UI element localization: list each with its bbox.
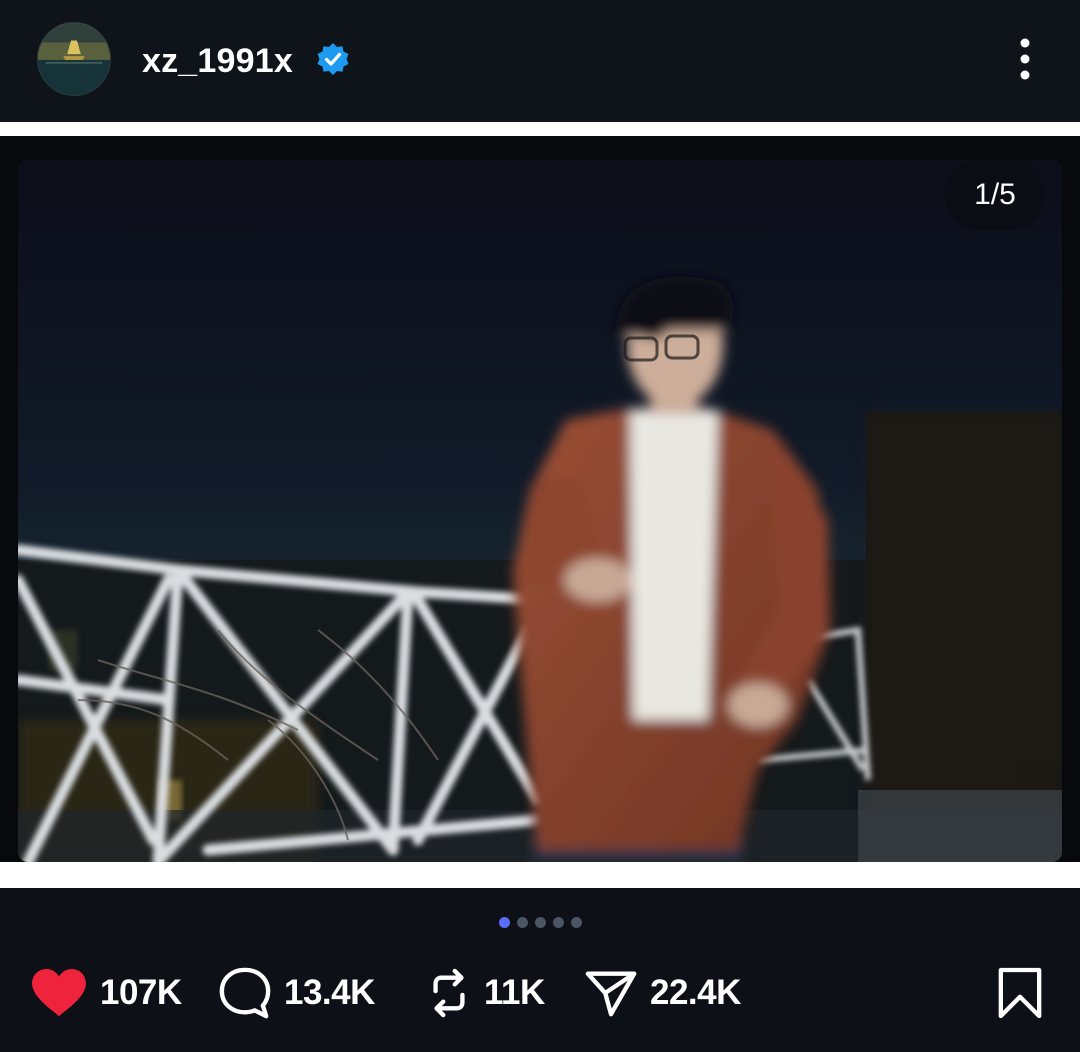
carousel-indicator: [0, 917, 1080, 931]
carousel-dot-5[interactable]: [570, 917, 582, 928]
carousel-dot-2[interactable]: [516, 917, 528, 928]
comment-button[interactable]: 13.4K: [218, 960, 375, 1026]
avatar-image: [38, 23, 110, 95]
post-photo[interactable]: [18, 160, 1062, 862]
post-header: xz_1991x: [0, 0, 1080, 122]
carousel-dot-4[interactable]: [552, 917, 564, 928]
post-action-bar: 107K 13.4K 11K 22.4K: [0, 960, 1080, 1026]
share-icon: [584, 966, 638, 1020]
more-vertical-icon: [1020, 38, 1030, 80]
share-count: 22.4K: [650, 973, 741, 1012]
photo-carousel[interactable]: [0, 122, 1080, 888]
bookmark-icon: [997, 966, 1043, 1020]
more-options-button[interactable]: [1006, 36, 1044, 82]
repost-icon: [426, 966, 472, 1020]
photo-matte: [0, 136, 1080, 862]
share-button[interactable]: 22.4K: [584, 960, 741, 1026]
repost-button[interactable]: 11K: [426, 960, 545, 1026]
user-avatar[interactable]: [37, 22, 111, 96]
carousel-dot-3[interactable]: [534, 917, 546, 928]
verified-badge-icon: [316, 42, 350, 76]
heart-icon: [30, 968, 88, 1018]
like-count: 107K: [100, 973, 182, 1012]
carousel-dot-1[interactable]: [498, 917, 510, 928]
like-button[interactable]: 107K: [30, 960, 182, 1026]
save-button[interactable]: [994, 960, 1046, 1026]
comment-count: 13.4K: [284, 973, 375, 1012]
username[interactable]: xz_1991x: [142, 40, 293, 82]
repost-count: 11K: [484, 973, 545, 1012]
carousel-counter: 1/5: [945, 160, 1045, 230]
comment-bubble-icon: [218, 966, 272, 1020]
post-screen: xz_1991x 1/5 107K 13.4K 11K 22.4K: [0, 0, 1080, 1052]
